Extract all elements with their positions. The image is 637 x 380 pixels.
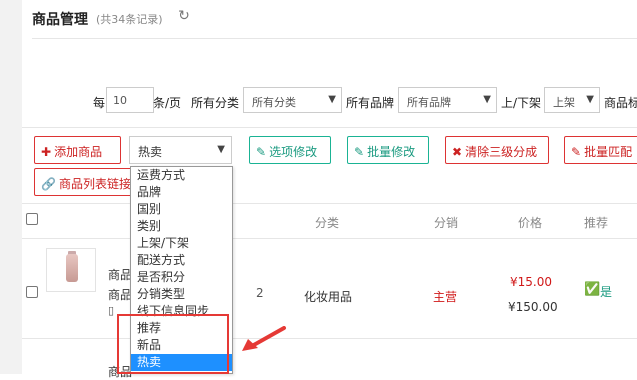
- add-product-label: 添加商品: [54, 145, 103, 159]
- select-all-checkbox[interactable]: [26, 213, 38, 225]
- header-commission: 分销: [434, 216, 459, 230]
- chevron-down-icon: ▼: [586, 94, 594, 105]
- clear-commission-button[interactable]: ✖ 清除三级分成: [445, 136, 549, 164]
- tag-label: 商品标: [604, 96, 637, 110]
- brand-label: 所有品牌: [346, 96, 395, 110]
- mobile-icon: ▯: [108, 304, 115, 317]
- link-icon: 🔗: [41, 177, 56, 191]
- shelf-select[interactable]: 上架 ▼: [544, 87, 600, 113]
- property-select-value: 热卖: [138, 145, 163, 159]
- table-header: 分类 分销 价格 推荐: [22, 203, 637, 239]
- option-shipping[interactable]: 运费方式: [131, 167, 232, 184]
- property-select[interactable]: 热卖 ▼: [129, 136, 232, 164]
- page-header: 商品管理 (共34条记录) ↻: [32, 0, 637, 39]
- left-gutter: [0, 0, 22, 374]
- batch-match-label: 批量匹配: [584, 145, 633, 159]
- product-recommend[interactable]: 是: [600, 283, 612, 300]
- header-recommend: 推荐: [584, 216, 609, 230]
- header-price: 价格: [518, 216, 543, 230]
- record-count: (共34条记录): [96, 13, 163, 26]
- edit-icon: ✎: [354, 145, 365, 159]
- per-page-prefix: 每: [93, 96, 106, 110]
- annotation-box: [117, 314, 229, 374]
- product-name[interactable]: 商品: [108, 266, 132, 283]
- category-select-value: 所有分类: [252, 96, 296, 109]
- refresh-icon[interactable]: ↻: [176, 8, 192, 24]
- per-page-input[interactable]: 10: [106, 87, 154, 113]
- row-checkbox[interactable]: [26, 286, 38, 298]
- batch-edit-label: 批量修改: [367, 145, 416, 159]
- product-price: ¥15.00: [510, 275, 552, 289]
- list-link-button[interactable]: 🔗 商品列表链接: [34, 168, 138, 196]
- product-category: 化妆用品: [304, 290, 353, 304]
- table-row: 商品: [22, 339, 637, 379]
- brand-select-value: 所有品牌: [407, 96, 451, 109]
- list-link-label: 商品列表链接: [58, 177, 131, 191]
- batch-edit-button[interactable]: ✎ 批量修改: [347, 136, 429, 164]
- close-icon: ✖: [452, 145, 463, 159]
- shelf-label: 上/下架: [501, 96, 542, 110]
- clear-commission-label: 清除三级分成: [465, 145, 538, 159]
- batch-match-button[interactable]: ✎ 批量匹配: [564, 136, 637, 164]
- option-brand[interactable]: 品牌: [131, 184, 232, 201]
- product-thumbnail[interactable]: [46, 248, 96, 292]
- chevron-down-icon: ▼: [328, 94, 336, 105]
- check-circle-icon: ✅: [584, 282, 601, 297]
- option-points[interactable]: 是否积分: [131, 269, 232, 286]
- option-edit-button[interactable]: ✎ 选项修改: [249, 136, 331, 164]
- edit-icon: ✎: [571, 145, 582, 159]
- chevron-down-icon: ▼: [217, 144, 225, 155]
- product-commission: 主营: [433, 290, 458, 304]
- chevron-down-icon: ▼: [483, 94, 491, 105]
- per-page-suffix: 条/页: [153, 96, 182, 110]
- option-edit-label: 选项修改: [269, 145, 318, 159]
- option-type[interactable]: 类别: [131, 218, 232, 235]
- edit-icon: ✎: [256, 145, 267, 159]
- product-original-price: ¥150.00: [508, 300, 558, 314]
- option-country[interactable]: 国别: [131, 201, 232, 218]
- product-code: 2: [256, 286, 264, 300]
- header-category: 分类: [315, 216, 340, 230]
- plus-icon: ✚: [41, 145, 52, 159]
- add-product-button[interactable]: ✚ 添加商品: [34, 136, 121, 164]
- divider: [22, 127, 637, 128]
- brand-select[interactable]: 所有品牌 ▼: [398, 87, 497, 113]
- annotation-arrow-icon: [242, 326, 286, 351]
- page-title: 商品管理: [32, 12, 88, 28]
- product-sub: 商品: [108, 288, 133, 302]
- option-distribution-type[interactable]: 分销类型: [131, 286, 232, 303]
- category-select[interactable]: 所有分类 ▼: [243, 87, 342, 113]
- filter-bar: 每 10 条/页 所有分类 所有分类 ▼ 所有品牌 所有品牌 ▼ 上/下架 上架…: [0, 86, 637, 116]
- table-row: 商品 商品 ▯ 2 化妆用品 主营 ¥15.00 ¥150.00 ✅ 是: [22, 238, 637, 339]
- category-label: 所有分类: [191, 96, 240, 110]
- option-delivery[interactable]: 配送方式: [131, 252, 232, 269]
- shelf-select-value: 上架: [553, 96, 575, 109]
- option-shelf[interactable]: 上架/下架: [131, 235, 232, 252]
